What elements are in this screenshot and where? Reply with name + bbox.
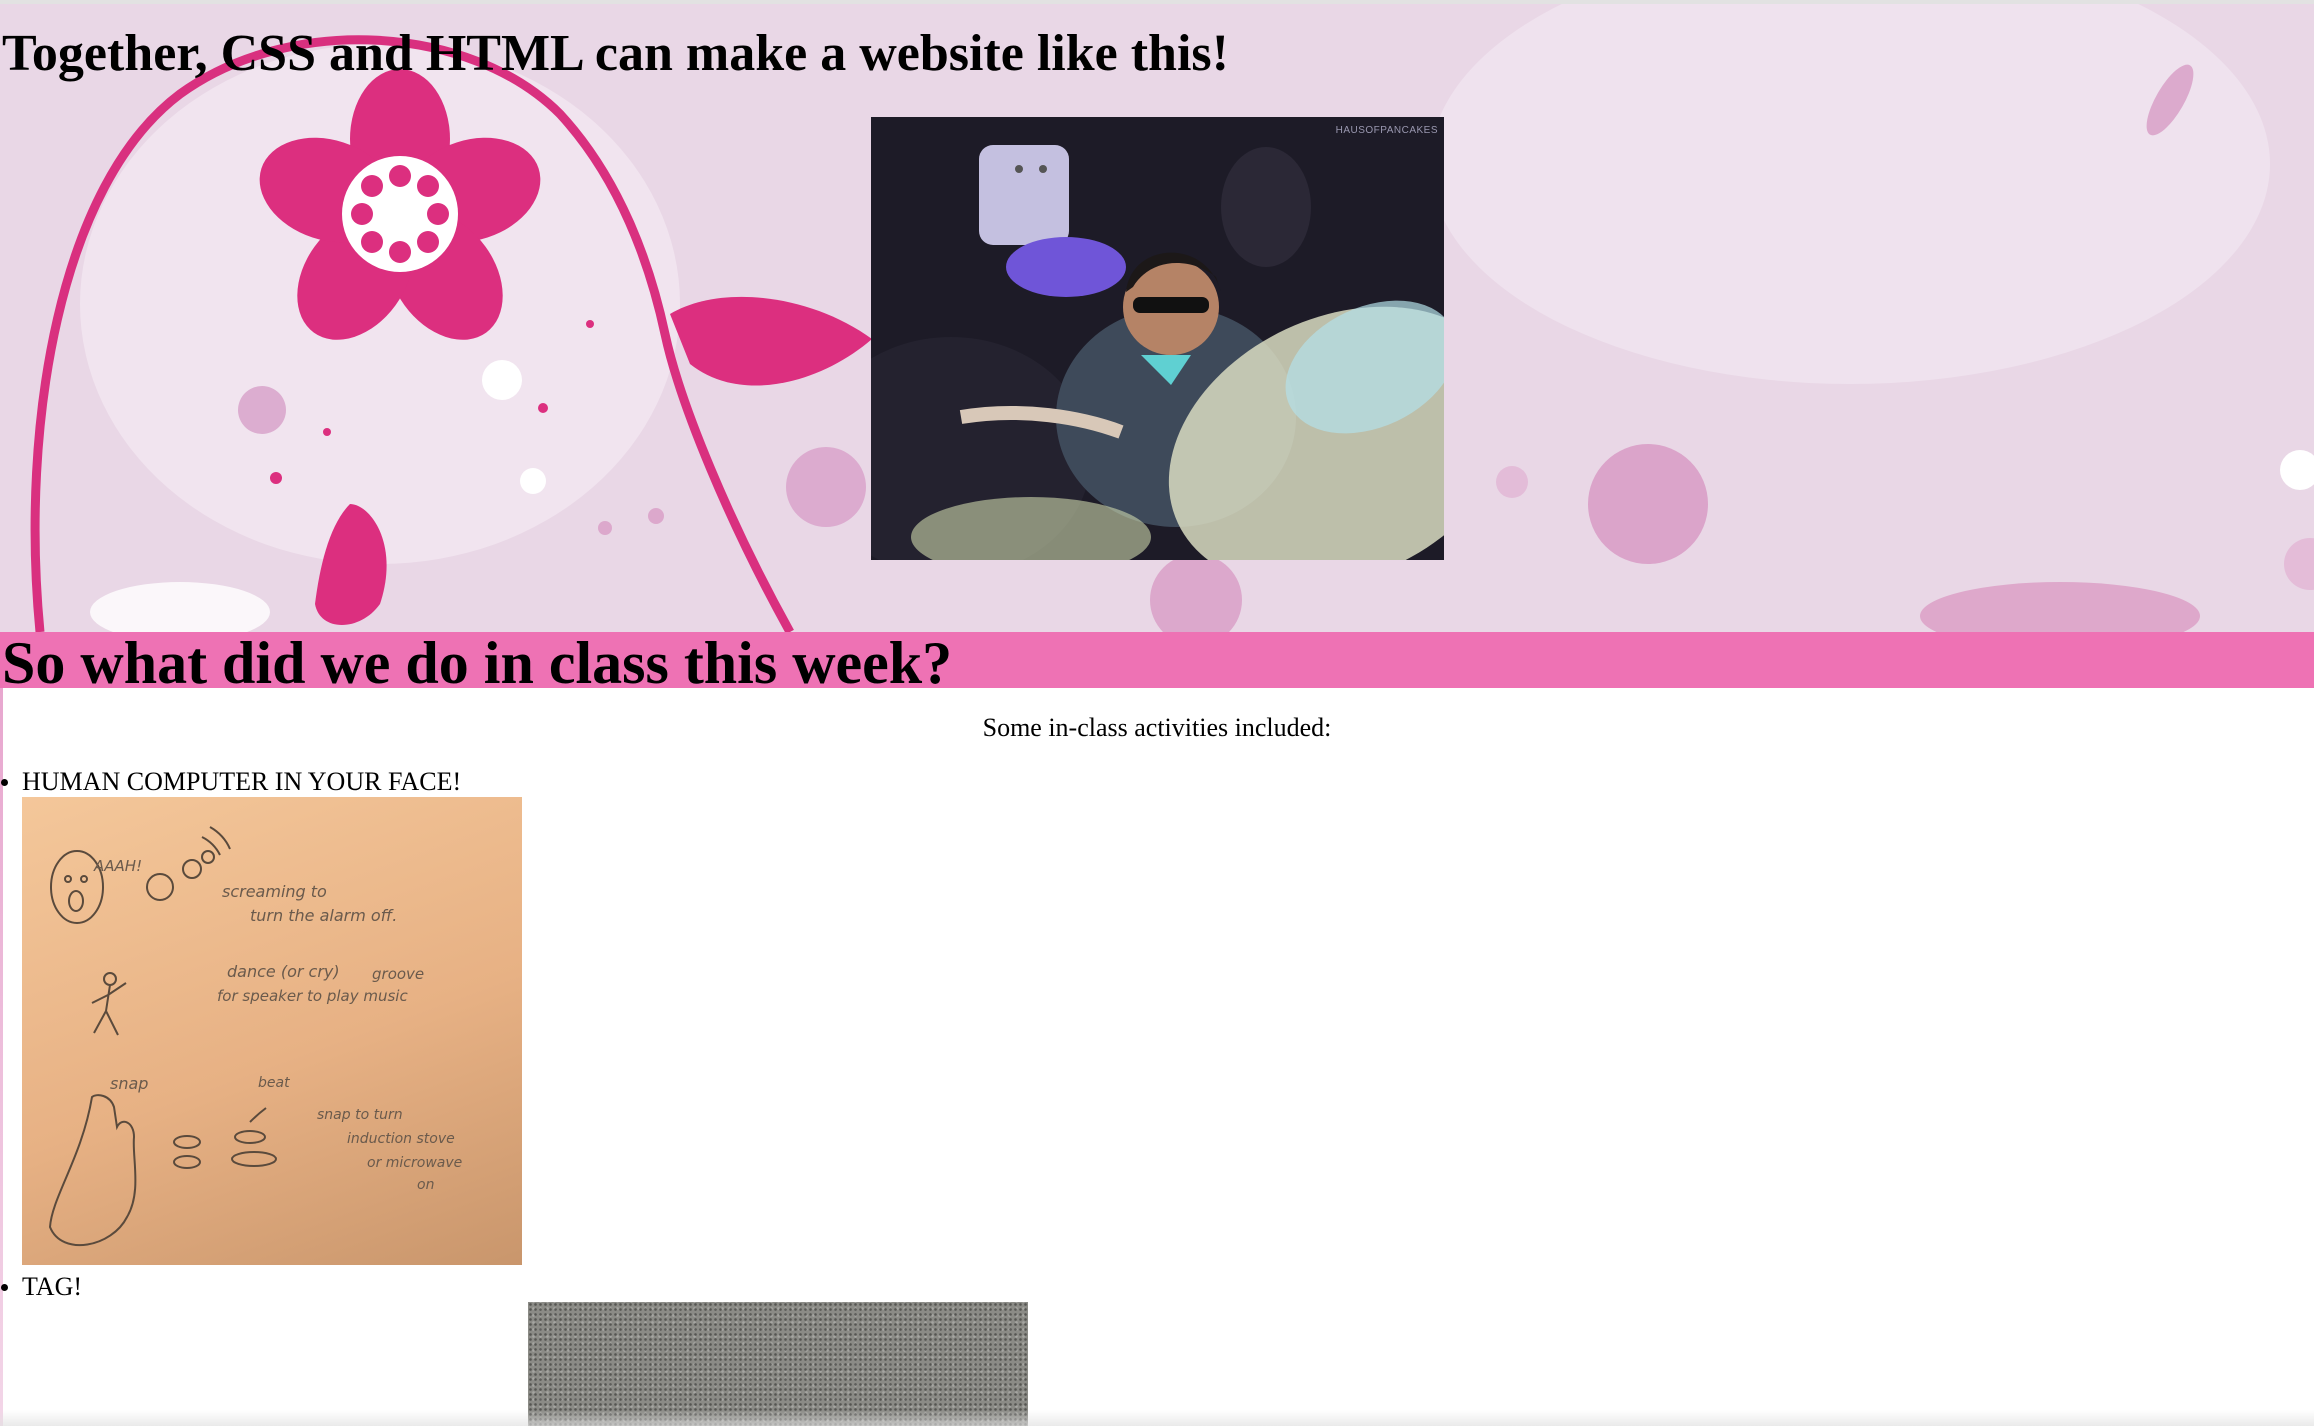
section-heading: So what did we do in class this week? [2,630,953,696]
activity-label: TAG! [22,1272,83,1301]
sketch-beat-text: beat [258,1075,290,1091]
gif-watermark: HAUSOFPANCAKES [1335,125,1438,136]
viewport-bottom-shadow [0,1410,2314,1426]
bullet-icon [1,1284,8,1291]
sketch-note-1-line-1: screaming to [222,882,327,901]
dancing-kid-gif-frame [871,117,1444,560]
sketch-note-2-extra: groove [372,965,424,983]
sketch-note-2-line-2: for speaker to play music [217,987,408,1005]
left-edge-stripe [0,688,3,1426]
sketch-drawing: AAAH! screaming to turn the alarm off. d… [48,826,462,1246]
dancing-kid-gif: HAUSOFPANCAKES [871,117,1444,560]
bullet-icon [1,779,8,786]
sketch-note-3-line-2: induction stove [347,1131,455,1147]
activity-label: HUMAN COMPUTER IN YOUR FACE! [22,767,462,796]
intro-paragraph: Some in-class activities included: [982,713,1332,742]
page-title: Together, CSS and HTML can make a websit… [2,25,1229,82]
sketch-note-3-line-4: on [417,1177,434,1193]
hand-drawn-sketch-photo: AAAH! screaming to turn the alarm off. d… [22,797,522,1265]
sketch-note-2-line-1: dance (or cry) [227,962,340,981]
carpet-photo [528,1302,1028,1426]
hero-banner: Together, CSS and HTML can make a websit… [0,4,2314,632]
sketch-note-1-line-2: turn the alarm off. [250,906,397,925]
sketch-scream-text: AAAH! [93,857,142,875]
sketch-note-3-line-1: snap to turn [317,1107,403,1123]
sketch-note-3-line-3: or microwave [367,1155,462,1171]
sketch-snap-text: snap [110,1074,148,1093]
